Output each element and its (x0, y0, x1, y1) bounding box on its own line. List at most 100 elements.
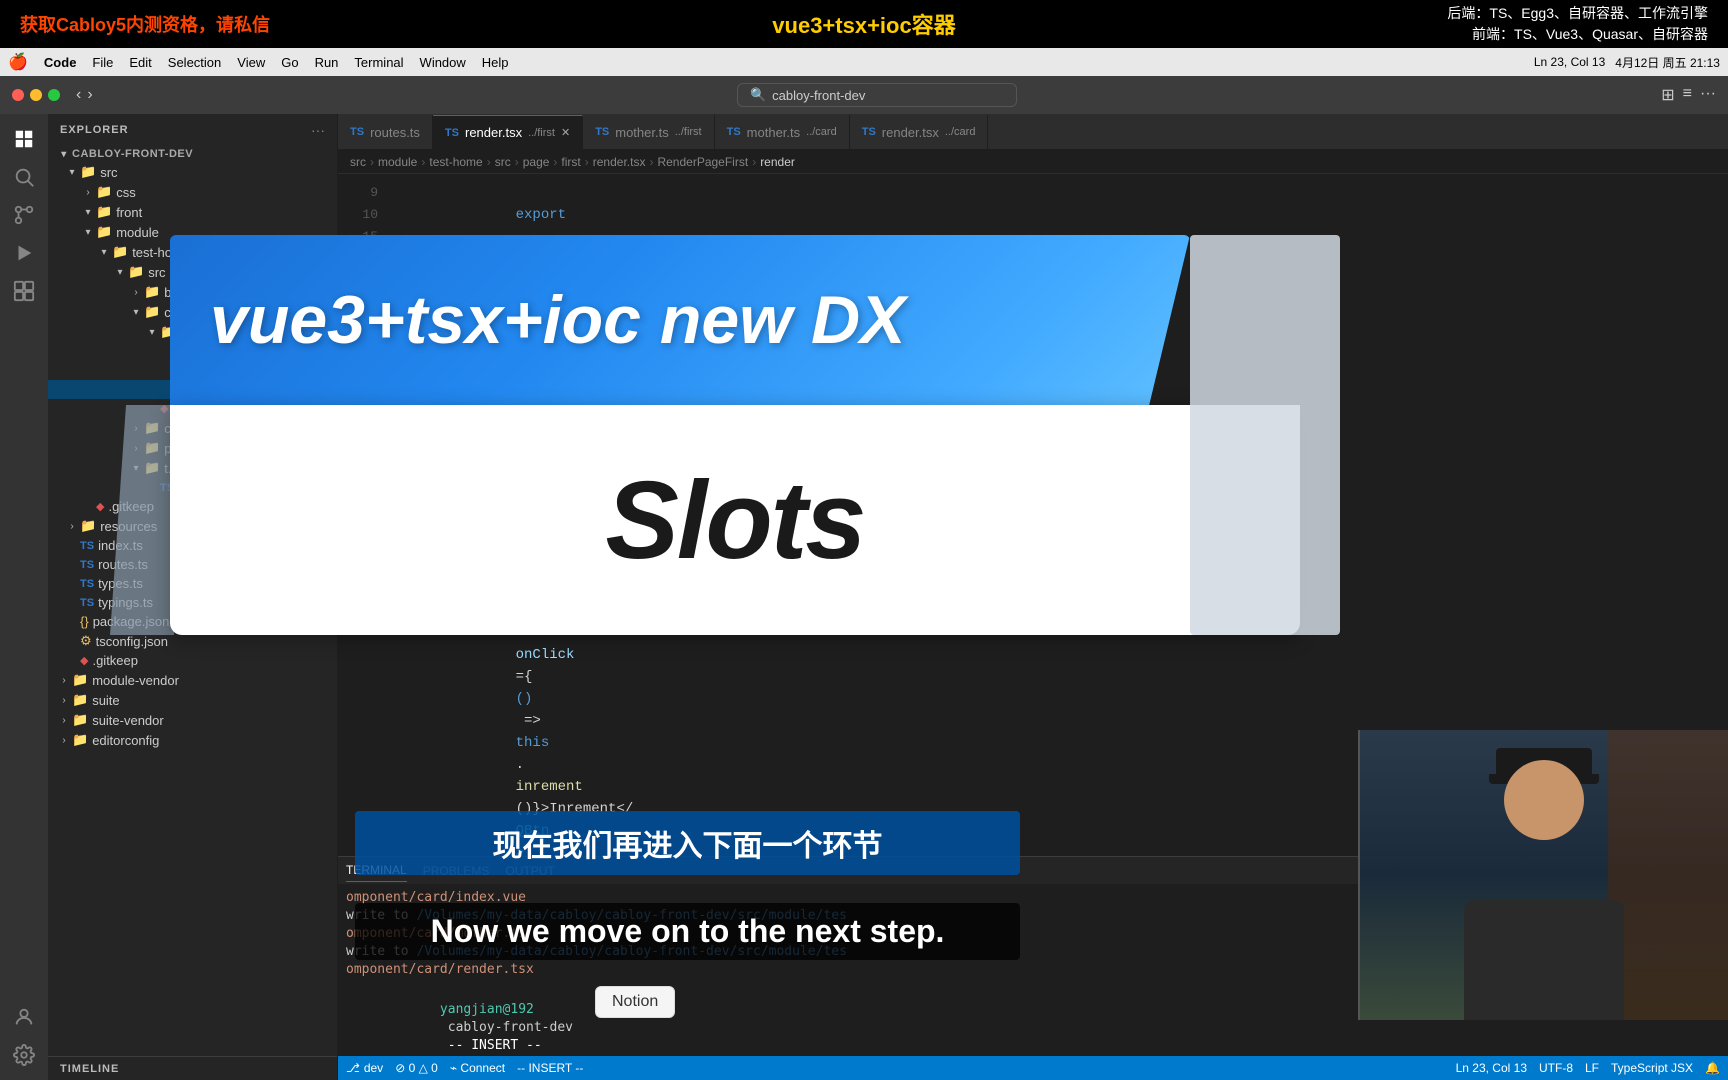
breadcrumb-test-home[interactable]: test-home (429, 155, 482, 169)
status-position[interactable]: Ln 23, Col 13 (1456, 1061, 1527, 1075)
code-editor[interactable]: 9 10 15 16 export class RenderPageFirst (338, 174, 1728, 856)
menu-edit[interactable]: Edit (129, 55, 151, 70)
status-line-ending[interactable]: LF (1585, 1061, 1599, 1075)
folder-icon: 📁 (80, 518, 96, 534)
sidebar-item-editorconfig[interactable]: › 📁 editorconfig (48, 730, 337, 750)
tree-root-folder[interactable]: ▾ CABLOY-FRONT-DEV (48, 146, 337, 162)
menu-help[interactable]: Help (482, 55, 509, 70)
status-encoding[interactable]: UTF-8 (1539, 1061, 1573, 1075)
split-editor-icon[interactable]: ⊞ (1661, 85, 1674, 105)
sidebar-item-gitkeep3[interactable]: ◆ .gitkeep (48, 651, 337, 670)
menu-file[interactable]: File (92, 55, 113, 70)
search-activity-icon[interactable] (7, 160, 41, 194)
sidebar-item-tsconfigjson[interactable]: ⚙ tsconfig.json (48, 631, 337, 651)
chevron-down-icon: ▾ (96, 247, 112, 258)
sidebar-item-render-tsx[interactable]: TS render.tsx (48, 380, 337, 399)
tab-mother-card[interactable]: TS mother.ts ../card (715, 115, 850, 149)
tree-css-label: css (116, 185, 329, 200)
nav-forward-icon[interactable]: › (87, 86, 92, 104)
accounts-icon[interactable] (7, 1000, 41, 1034)
status-connect[interactable]: ⌁ Connect (450, 1061, 505, 1075)
status-git[interactable]: ⎇ dev (346, 1061, 383, 1075)
sidebar-item-gitkeep-card[interactable]: ◆ .gitkeep (48, 399, 337, 418)
breadcrumb-src[interactable]: src (350, 155, 366, 169)
explorer-icon[interactable] (7, 122, 41, 156)
notion-button[interactable]: Notion (595, 986, 675, 1018)
panel-tab-problems[interactable]: PROBLEMS (423, 860, 490, 882)
sidebar-item-bean[interactable]: › 📁 bean (48, 282, 337, 302)
sidebar-item-suite[interactable]: › 📁 suite (48, 690, 337, 710)
breadcrumb-page[interactable]: page (523, 155, 550, 169)
panel-close-icon[interactable]: ✕ (1707, 861, 1720, 881)
sidebar-item-t[interactable]: ▾ 📁 t... (48, 458, 337, 478)
source-control-icon[interactable] (7, 198, 41, 232)
more-icon[interactable]: ··· (1700, 85, 1716, 105)
sidebar-item-indexts[interactable]: TS index.ts (48, 536, 337, 555)
sidebar-item-card[interactable]: ▾ 📁 card (48, 322, 337, 342)
tab-mother-first[interactable]: TS mother.ts ../first (583, 115, 714, 149)
sidebar-item-page[interactable]: › 📁 page (48, 438, 337, 458)
layout-icon[interactable]: ≡ (1683, 85, 1692, 105)
sidebar-item-config[interactable]: › 📁 config (48, 418, 337, 438)
tree-module-label: module (116, 225, 329, 240)
tab-render-first[interactable]: TS render.tsx ../first ✕ (433, 115, 583, 149)
sidebar-item-suitevendor[interactable]: › 📁 suite-vendor (48, 710, 337, 730)
settings-icon[interactable] (7, 1038, 41, 1072)
title-search: 🔍 cabloy-front-dev (101, 83, 1654, 107)
breadcrumb-method[interactable]: render (760, 155, 795, 169)
git-branch-icon: ⎇ (346, 1061, 360, 1075)
panel-chevron-up-icon[interactable]: ∧ (1663, 861, 1675, 881)
nav-back-icon[interactable]: ‹ (76, 86, 81, 104)
sidebar-item-css[interactable]: › 📁 css (48, 182, 337, 202)
sidebar-item-mother-ts[interactable]: TS mother.ts (48, 361, 337, 380)
maximize-button[interactable] (48, 89, 60, 101)
status-notifications-icon[interactable]: 🔔 (1705, 1061, 1720, 1075)
menu-selection[interactable]: Selection (168, 55, 221, 70)
breadcrumb-class[interactable]: RenderPageFirst (657, 155, 748, 169)
status-errors[interactable]: ⊘ 0 △ 0 (395, 1061, 438, 1075)
status-language[interactable]: TypeScript JSX (1611, 1061, 1693, 1075)
sidebar-more-icon[interactable]: ··· (311, 122, 325, 138)
panel-more-icon[interactable]: ··· (1683, 861, 1699, 881)
sidebar-item-typests[interactable]: TS types.ts (48, 574, 337, 593)
tab-close-icon[interactable]: ✕ (561, 126, 570, 139)
panel-tab-output[interactable]: OUTPUT (505, 860, 554, 882)
close-button[interactable] (12, 89, 24, 101)
panel-tab-terminal[interactable]: TERMINAL (346, 859, 407, 882)
status-right: Ln 23, Col 13 UTF-8 LF TypeScript JSX 🔔 (1456, 1061, 1720, 1075)
tab-render-card[interactable]: TS render.tsx ../card (850, 115, 989, 149)
apple-logo[interactable]: 🍎 (8, 52, 28, 72)
sidebar-item-tfile[interactable]: TS ... (48, 478, 337, 497)
menu-go[interactable]: Go (281, 55, 298, 70)
minimize-button[interactable] (30, 89, 42, 101)
sidebar-item-index-vue[interactable]: V index.vue (48, 342, 337, 361)
sidebar-item-src[interactable]: ▾ 📁 src (48, 162, 337, 182)
search-box[interactable]: 🔍 cabloy-front-dev (737, 83, 1017, 107)
tab-routes[interactable]: TS routes.ts (338, 115, 433, 149)
extensions-icon[interactable] (7, 274, 41, 308)
menu-code[interactable]: Code (44, 55, 77, 70)
breadcrumb-src2[interactable]: src (495, 155, 511, 169)
sidebar-item-routests[interactable]: TS routes.ts (48, 555, 337, 574)
menu-run[interactable]: Run (315, 55, 339, 70)
status-left: ⎇ dev ⊘ 0 △ 0 ⌁ Connect -- INSERT -- (346, 1061, 583, 1075)
sidebar-item-typingsts[interactable]: TS typings.ts (48, 593, 337, 612)
date-time: Ln 23, Col 13 (1534, 55, 1605, 69)
sidebar-item-src2[interactable]: ▾ 📁 src (48, 262, 337, 282)
sidebar-item-packagejson[interactable]: {} package.json (48, 612, 337, 631)
sidebar-item-modulevendor[interactable]: › 📁 module-vendor (48, 670, 337, 690)
breadcrumb-module[interactable]: module (378, 155, 417, 169)
breadcrumb-first[interactable]: first (561, 155, 580, 169)
ts-file-icon: TS (80, 559, 94, 571)
sidebar-item-resources[interactable]: › 📁 resources (48, 516, 337, 536)
sidebar-item-module[interactable]: ▾ 📁 module (48, 222, 337, 242)
sidebar-item-gitkeep-root[interactable]: ◆ .gitkeep (48, 497, 337, 516)
menu-window[interactable]: Window (420, 55, 466, 70)
menu-view[interactable]: View (237, 55, 265, 70)
debug-icon[interactable] (7, 236, 41, 270)
menu-terminal[interactable]: Terminal (354, 55, 403, 70)
breadcrumb-file[interactable]: render.tsx (593, 155, 646, 169)
sidebar-item-front[interactable]: ▾ 📁 front (48, 202, 337, 222)
sidebar-item-test-home[interactable]: ▾ 📁 test-home (48, 242, 337, 262)
sidebar-item-components[interactable]: ▾ 📁 components (48, 302, 337, 322)
